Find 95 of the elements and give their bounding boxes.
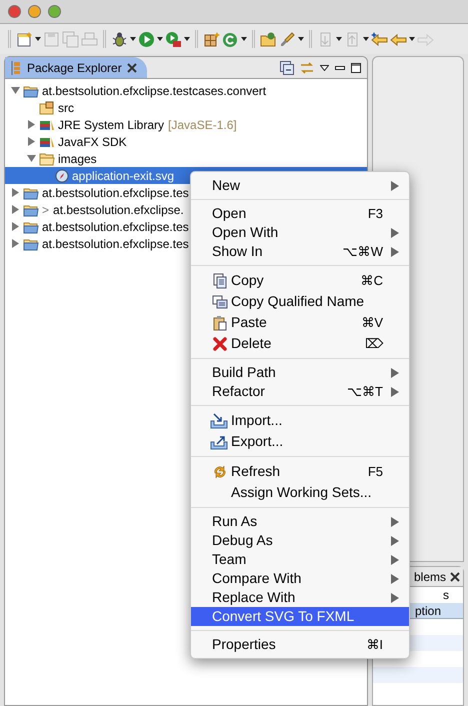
item-label: at.bestsolution.efxclipse.tes [42,184,189,202]
link-icon[interactable] [300,60,314,74]
item-label: at.bestsolution.efxclipse.tes [42,218,189,236]
tree-item[interactable]: JRE System Library [JavaSE-1.6] [5,116,367,133]
item-label: application-exit.svg [72,168,174,184]
menu-item[interactable]: Team [191,550,409,569]
refresh-icon [212,464,228,480]
menu-item[interactable]: Open F3 [191,204,409,223]
play-icon [138,30,155,48]
menu-item[interactable]: Refresh F5 [191,461,409,482]
collapsed-arrow-icon[interactable] [10,222,20,231]
expanded-arrow-icon[interactable] [10,86,20,95]
play-toolbox-icon [165,30,182,48]
tree-item[interactable]: JavaFX SDK [5,133,367,150]
menu-item[interactable]: Delete ⌦ [191,333,409,354]
menu-item[interactable]: Compare With [191,569,409,588]
close-icon[interactable] [126,62,137,72]
copy-icon [212,294,228,310]
caret-icon [130,37,136,41]
folder-icon [39,152,55,166]
caret-icon [298,37,304,41]
grid-icon [203,30,220,48]
menu-item[interactable]: Run As [191,512,409,531]
expanded-arrow-icon[interactable] [26,154,36,163]
bug-icon [111,30,128,48]
compass-icon [55,168,69,182]
project-folder-icon [23,220,39,234]
caret-icon [409,37,415,41]
item-label: src [58,100,74,116]
project-folder-icon [23,186,39,200]
tree-item[interactable]: images [5,150,367,167]
collapsed-arrow-icon[interactable] [10,205,20,214]
menu-item[interactable]: Export... [191,431,409,452]
summary-text: s [443,587,449,604]
minimize-icon[interactable] [335,66,345,70]
clipboard-icon [212,314,228,330]
minimize-button[interactable] [28,5,41,18]
collapsed-arrow-icon[interactable] [10,239,20,248]
menu-item[interactable]: Open With [191,223,409,242]
package-folder-icon [39,100,55,114]
caret-icon [336,37,342,41]
caret-icon [184,37,190,41]
collapsed-arrow-icon[interactable] [26,120,36,129]
class-icon [222,30,239,48]
view-tab[interactable]: Package Explorer [5,57,147,78]
package-tree-icon [11,60,22,74]
caret-icon [157,37,163,41]
folder-icon [260,30,277,48]
floppies-icon [62,30,79,48]
printer-icon [81,30,98,48]
menu-item[interactable]: Refactor ⌥⌘T [191,382,409,401]
menu-item[interactable]: Convert SVG To FXML [191,607,409,626]
menu-item[interactable]: Copy ⌘C [191,270,409,291]
caret-icon [363,37,369,41]
collapsed-arrow-icon[interactable] [26,137,36,146]
close-icon[interactable] [450,572,460,582]
item-label: JRE System Library [58,116,164,134]
collapse-all-icon[interactable] [280,60,294,74]
menu-item[interactable]: Assign Working Sets... [191,482,409,503]
caret-icon [241,37,247,41]
menu-item[interactable]: Import... [191,410,409,431]
menu-item[interactable]: Copy Qualified Name [191,291,409,312]
view-menu-icon[interactable] [320,64,329,70]
brush-icon [279,30,296,48]
collapsed-arrow-icon[interactable] [10,188,20,197]
copy-icon [212,272,228,288]
item-label: at.bestsolution.efxclipse.testcases.convert [42,82,266,100]
item-decoration: [JavaSE-1.6] [168,116,237,134]
item-label: at.bestsolution.efxclipse. [53,202,184,218]
change-marker: > [42,202,50,218]
item-label: at.bestsolution.efxclipse.tes [42,236,189,252]
external-tools-button[interactable] [164,29,191,49]
menu-item[interactable]: Build Path [191,363,409,382]
floppy-icon [43,30,60,48]
import-icon [210,412,228,428]
close-button[interactable] [8,5,21,18]
menu-item[interactable]: Debug As [191,531,409,550]
menu-item[interactable]: Properties ⌘I [191,635,409,654]
caret-icon [35,37,41,41]
new-window-icon [16,30,33,48]
export-icon [210,434,228,450]
menu-item[interactable]: Paste ⌘V [191,312,409,333]
zoom-button[interactable] [48,5,61,18]
back-arrow-icon [371,30,388,48]
project-folder-icon [23,202,39,216]
menu-item[interactable]: Show In ⌥⌘W [191,242,409,261]
project-folder-icon [23,84,39,98]
project-folder-icon [23,236,39,250]
run-button[interactable] [137,29,164,49]
tree-item[interactable]: at.bestsolution.efxclipse.testcases.convert [5,82,367,99]
item-label: images [58,150,97,168]
delete-icon [212,336,228,352]
maximize-icon[interactable] [351,62,361,72]
item-label: JavaFX SDK [58,134,127,150]
tree-item[interactable]: src [5,99,367,116]
